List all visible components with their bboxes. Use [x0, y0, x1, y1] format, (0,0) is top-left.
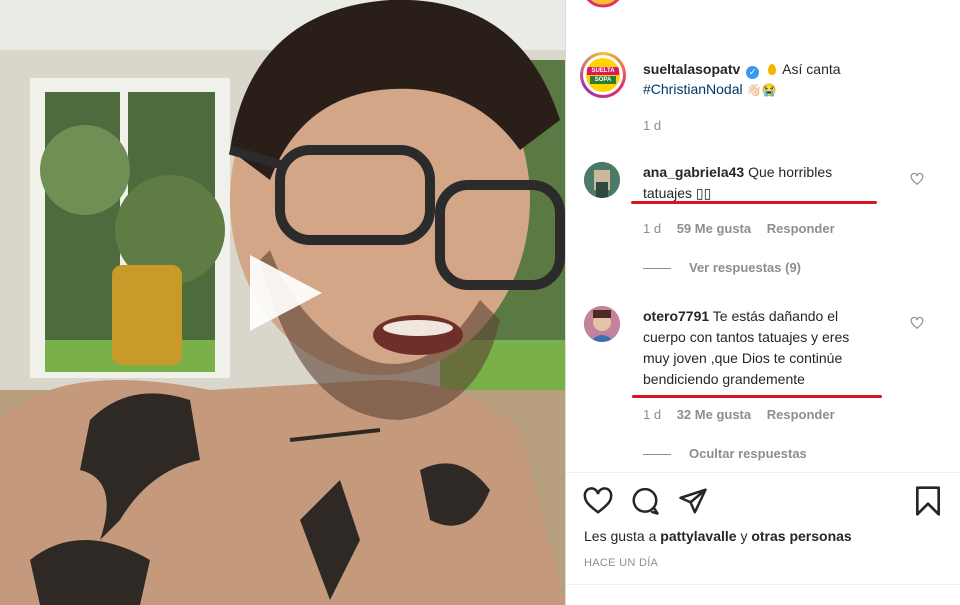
red-underline — [631, 201, 877, 204]
poster-avatar[interactable]: SUELTA SOPA — [580, 52, 626, 98]
comment-meta: 1 d 32 Me gusta Responder — [643, 407, 835, 422]
comment-like-heart-icon[interactable] — [910, 172, 924, 186]
comment-text-line2: cuerpo con tantos tatuajes y eres — [643, 329, 850, 345]
post-age: 1 d — [643, 118, 662, 133]
comment-username[interactable]: ana_gabriela43 — [643, 164, 744, 180]
comment-likes[interactable]: 59 Me gusta — [677, 221, 751, 236]
caption-emojis: 👋🏻😭 — [746, 83, 777, 97]
comment-text: Que horribles — [748, 164, 833, 180]
poster-username[interactable]: sueltalasopatv — [643, 61, 740, 77]
share-paper-plane-icon[interactable] — [678, 486, 708, 516]
verified-badge-icon: ✓ — [746, 66, 760, 79]
view-replies-toggle[interactable]: Ver respuestas (9) — [643, 260, 801, 275]
caption-text: Así canta — [782, 61, 841, 77]
comment-text-line3: muy joven ,que Dios te continúe — [643, 350, 843, 366]
comment-username[interactable]: otero7791 — [643, 308, 709, 324]
commenter-avatar[interactable] — [584, 162, 620, 198]
comment-2: otero7791 Te estás dañando el cuerpo con… — [643, 306, 903, 390]
comment-bubble-icon[interactable] — [630, 486, 660, 516]
video-player[interactable] — [0, 0, 565, 605]
hide-replies-toggle[interactable]: Ocultar respuestas — [643, 446, 807, 461]
comment-text-line4: bendiciendo grandemente — [643, 371, 805, 387]
comment-1: ana_gabriela43 Que horribles tatuajes ▯▯ — [643, 162, 903, 204]
comment-text: Te estás dañando el — [712, 308, 839, 324]
suelta-la-sopa-logo: SUELTA SOPA — [586, 58, 620, 92]
comment-meta: 1 d 59 Me gusta Responder — [643, 221, 835, 236]
commenter-avatar[interactable] — [584, 306, 620, 342]
comment-likes[interactable]: 32 Me gusta — [677, 407, 751, 422]
header-avatar-partial — [586, 0, 620, 8]
play-button[interactable] — [250, 255, 322, 331]
comment-like-heart-icon[interactable] — [910, 316, 924, 330]
reply-button[interactable]: Responder — [767, 221, 835, 236]
post-caption: sueltalasopatv ✓ Así canta #ChristianNod… — [643, 59, 913, 100]
likes-user-link[interactable]: pattylavalle — [660, 528, 736, 544]
drop-icon — [768, 64, 777, 75]
comment-text-line2: tatuajes ▯▯ — [643, 185, 712, 201]
hashtag-link[interactable]: #ChristianNodal — [643, 81, 743, 97]
save-bookmark-icon[interactable] — [914, 485, 942, 517]
divider — [566, 584, 960, 585]
reply-button[interactable]: Responder — [767, 407, 835, 422]
post-timestamp: HACE UN DÍA — [584, 557, 659, 569]
red-underline — [632, 395, 882, 398]
likes-summary: Les gusta a pattylavalle y otras persona… — [584, 528, 852, 544]
likes-others-link[interactable]: otras personas — [751, 528, 851, 544]
divider — [566, 472, 960, 473]
like-heart-icon[interactable] — [583, 487, 613, 515]
